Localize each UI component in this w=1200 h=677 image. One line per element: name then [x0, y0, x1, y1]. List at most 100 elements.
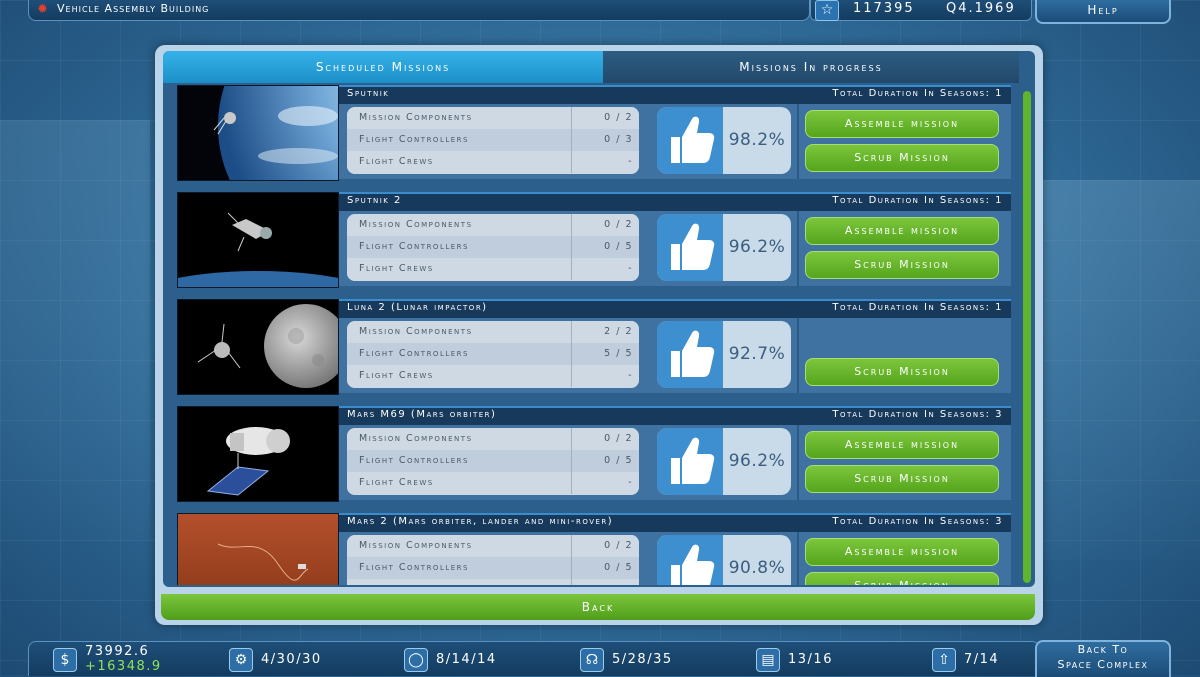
requirement-label: Mission Components	[359, 112, 473, 123]
mission-header: Mars M69 (Mars orbiter) Total Duration I…	[339, 406, 1011, 425]
requirement-value: 0 / 5	[604, 562, 633, 573]
requirement-label: Flight Crews	[359, 584, 434, 585]
rating-value: 90.8%	[728, 558, 786, 578]
mission-body: Mission Components 0 / 2 Flight Controlle…	[339, 211, 1011, 286]
rating-value: 98.2%	[728, 130, 786, 150]
thumbs-up-icon	[657, 321, 723, 388]
requirement-row: Flight Crews -	[347, 579, 639, 585]
requirement-value: 0 / 3	[604, 134, 633, 145]
requirement-value: 0 / 2	[604, 433, 633, 444]
requirement-row: Flight Crews -	[347, 365, 639, 388]
mission-name: Sputnik 2	[347, 195, 402, 206]
divider	[797, 104, 799, 179]
tab-scheduled-missions[interactable]: Scheduled Missions	[163, 51, 603, 83]
requirement-label: Flight Controllers	[359, 134, 469, 145]
mission-item: Luna 2 (Lunar impactor) Total Duration I…	[177, 299, 1013, 399]
building-icon[interactable]: ▤	[756, 648, 780, 672]
assemble-mission-button[interactable]: Assemble mission	[805, 431, 999, 459]
scrub-mission-button[interactable]: Scrub Mission	[805, 251, 999, 279]
mission-duration: Total Duration In Seasons: 1	[832, 88, 1003, 99]
requirement-label: Flight Crews	[359, 370, 434, 381]
requirement-value: -	[628, 370, 633, 381]
requirement-value: 0 / 2	[604, 219, 633, 230]
gear-icon[interactable]: ⚙	[229, 648, 253, 672]
thumbs-up-icon	[657, 214, 723, 281]
requirement-row: Flight Controllers 0 / 3	[347, 129, 639, 151]
requirement-row: Mission Components 0 / 2	[347, 107, 639, 129]
mission-name: Mars 2 (Mars orbiter, lander and mini-ro…	[347, 516, 614, 527]
requirement-label: Mission Components	[359, 433, 473, 444]
requirement-row: Mission Components 0 / 2	[347, 214, 639, 236]
mission-header: Sputnik Total Duration In Seasons: 1	[339, 85, 1011, 104]
mission-image-mars-m69	[177, 406, 339, 502]
headset-icon[interactable]: ☊	[580, 648, 604, 672]
divider	[797, 318, 799, 393]
mission-list-scrollbar[interactable]	[1023, 91, 1031, 583]
mission-image-sputnik-2	[177, 192, 339, 288]
requirement-label: Flight Controllers	[359, 241, 469, 252]
help-button[interactable]: Help	[1035, 0, 1171, 24]
engineers-value: 4/30/30	[261, 652, 322, 667]
requirement-label: Mission Components	[359, 326, 473, 337]
scrub-mission-button[interactable]: Scrub Mission	[805, 572, 999, 585]
requirement-row: Flight Controllers 0 / 5	[347, 236, 639, 258]
requirement-row: Flight Controllers 5 / 5	[347, 343, 639, 365]
mission-image-sputnik	[177, 85, 339, 181]
scrub-mission-button[interactable]: Scrub Mission	[805, 358, 999, 386]
mission-duration: Total Duration In Seasons: 1	[832, 302, 1003, 313]
mission-rating: 98.2%	[657, 107, 791, 174]
dollar-icon[interactable]: $	[53, 648, 77, 672]
mission-list: Sputnik Total Duration In Seasons: 1 Mis…	[177, 85, 1013, 585]
back-button[interactable]: Back	[161, 594, 1035, 620]
mission-duration: Total Duration In Seasons: 3	[832, 516, 1003, 527]
location-title: Vehicle Assembly Building	[57, 2, 210, 15]
requirement-row: Flight Controllers 0 / 5	[347, 557, 639, 579]
helmet-icon[interactable]: ◯	[404, 648, 428, 672]
mission-item: Mars 2 (Mars orbiter, lander and mini-ro…	[177, 513, 1013, 585]
requirement-label: Flight Controllers	[359, 348, 469, 359]
requirement-label: Mission Components	[359, 219, 473, 230]
mission-rating: 92.7%	[657, 321, 791, 388]
location-title-box: ✹ Vehicle Assembly Building	[28, 0, 810, 21]
requirement-value: -	[573, 584, 633, 585]
requirement-label: Flight Crews	[359, 156, 434, 167]
missions-panel-inner: Scheduled Missions Missions In progress	[163, 51, 1035, 587]
rating-value: 92.7%	[728, 344, 786, 364]
star-icon[interactable]: ☆	[815, 0, 839, 21]
mission-duration: Total Duration In Seasons: 3	[832, 409, 1003, 420]
facilities-value: 13/16	[788, 652, 833, 667]
requirement-label: Flight Controllers	[359, 455, 469, 466]
requirement-value: 0 / 5	[604, 241, 633, 252]
rating-value: 96.2%	[728, 451, 786, 471]
requirement-row: Flight Controllers 0 / 5	[347, 450, 639, 472]
mission-header: Mars 2 (Mars orbiter, lander and mini-ro…	[339, 513, 1011, 532]
date-value: Q4.1969	[946, 1, 1016, 16]
mission-body: Mission Components 0 / 2 Flight Controlle…	[339, 104, 1011, 179]
requirement-value: -	[628, 477, 633, 488]
background-decoration-left	[0, 120, 150, 540]
requirement-value: 0 / 2	[604, 112, 633, 123]
requirement-label: Flight Crews	[359, 263, 434, 274]
scientists-value: 8/14/14	[436, 652, 497, 667]
mission-rating: 90.8%	[657, 535, 791, 585]
assemble-mission-button[interactable]: Assemble mission	[805, 217, 999, 245]
scientists-item: ◯ 8/14/14	[404, 648, 544, 674]
requirement-row: Flight Crews -	[347, 258, 639, 281]
mission-body: Mission Components 0 / 2 Flight Controlle…	[339, 425, 1011, 500]
scrub-mission-button[interactable]: Scrub Mission	[805, 465, 999, 493]
divider	[797, 425, 799, 500]
scrollbar-thumb[interactable]	[1023, 91, 1031, 583]
mission-body: Mission Components 2 / 2 Flight Controlle…	[339, 318, 1011, 393]
top-bar: ✹ Vehicle Assembly Building ☆ 117395 Q4.…	[0, 0, 1200, 24]
score-date-box: ☆ 117395 Q4.1969	[810, 0, 1032, 21]
scrub-mission-button[interactable]: Scrub Mission	[805, 144, 999, 172]
rocket-icon[interactable]: ⇧	[932, 648, 956, 672]
tab-missions-in-progress[interactable]: Missions In progress	[603, 51, 1019, 83]
requirement-value: 2 / 2	[604, 326, 633, 337]
mission-item: Sputnik Total Duration In Seasons: 1 Mis…	[177, 85, 1013, 185]
mission-item: Sputnik 2 Total Duration In Seasons: 1 M…	[177, 192, 1013, 292]
back-to-space-complex-button[interactable]: Back To Space Complex	[1035, 640, 1171, 677]
assemble-mission-button[interactable]: Assemble mission	[805, 538, 999, 566]
mission-image-luna-2	[177, 299, 339, 395]
assemble-mission-button[interactable]: Assemble mission	[805, 110, 999, 138]
